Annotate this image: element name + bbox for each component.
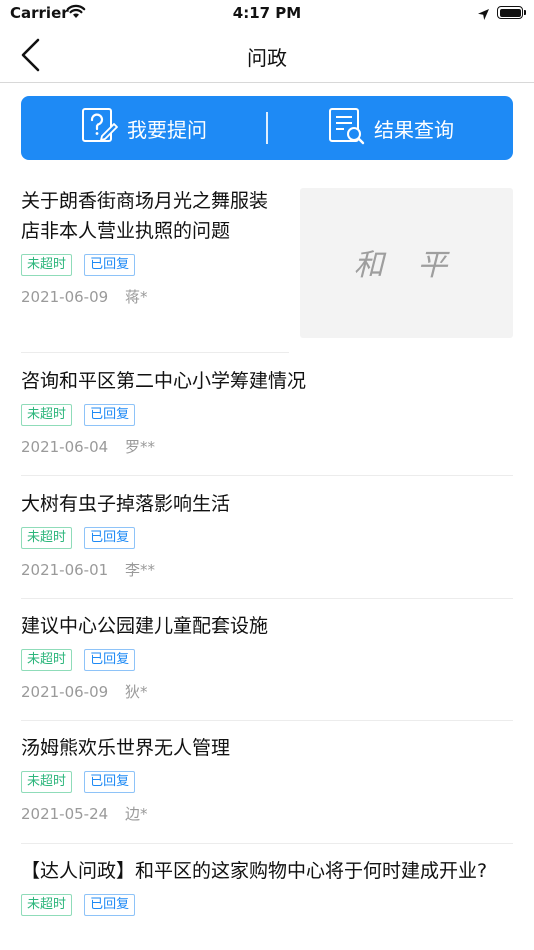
list-item[interactable]: 汤姆熊欢乐世界无人管理 未超时 已回复 2021-05-24 边*	[21, 733, 513, 824]
question-title: 汤姆熊欢乐世界无人管理	[21, 737, 231, 759]
question-date: 2021-05-24	[21, 805, 109, 823]
status-badge-replied: 已回复	[84, 527, 136, 549]
divider	[21, 843, 513, 844]
question-title: 咨询和平区第二中心小学筹建情况	[21, 370, 307, 392]
status-badge-replied: 已回复	[84, 771, 136, 793]
status-badge-timeout: 未超时	[21, 254, 73, 276]
status-badge-timeout: 未超时	[21, 649, 73, 671]
question-date: 2021-06-01	[21, 561, 109, 579]
question-title: 关于朗香街商场月光之舞服装店非本人营业执照的问题	[21, 190, 269, 242]
question-date: 2021-06-09	[21, 683, 109, 701]
list-item[interactable]: 大树有虫子掉落影响生活 未超时 已回复 2021-06-01 李**	[21, 489, 513, 580]
divider	[21, 352, 289, 353]
status-badge-timeout: 未超时	[21, 527, 73, 549]
question-title: 【达人问政】和平区的这家购物中心将于何时建成开业?	[21, 860, 488, 882]
status-badge-replied: 已回复	[84, 404, 136, 426]
page-title: 问政	[247, 46, 287, 70]
list-item[interactable]: 建议中心公园建儿童配套设施 未超时 已回复 2021-06-09 狄*	[21, 611, 513, 702]
question-author: 狄*	[124, 683, 148, 701]
thumbnail-calligraphy: 和 平	[353, 248, 460, 283]
list-item[interactable]: 【达人问政】和平区的这家购物中心将于何时建成开业? 未超时 已回复	[21, 856, 513, 916]
action-bar: 我要提问 结果查询	[21, 96, 513, 160]
question-date: 2021-06-04	[21, 438, 109, 456]
status-badge-timeout: 未超时	[21, 894, 73, 916]
ask-question-button[interactable]: 我要提问	[81, 96, 207, 160]
divider	[21, 720, 513, 721]
status-bar: Carrier 4:17 PM	[0, 0, 534, 28]
status-badge-timeout: 未超时	[21, 404, 73, 426]
list-item[interactable]: 咨询和平区第二中心小学筹建情况 未超时 已回复 2021-06-04 罗**	[21, 366, 513, 457]
item-thumbnail[interactable]: 和 平	[300, 188, 513, 338]
question-author: 边*	[124, 805, 148, 823]
question-date: 2021-06-09	[21, 288, 109, 306]
location-arrow-icon	[477, 6, 490, 25]
result-query-button[interactable]: 结果查询	[328, 96, 454, 160]
document-search-icon	[328, 107, 366, 149]
battery-icon	[497, 6, 526, 19]
status-time: 4:17 PM	[232, 4, 302, 22]
question-author: 罗**	[124, 438, 155, 456]
divider	[21, 598, 513, 599]
status-badge-replied: 已回复	[84, 649, 136, 671]
status-badge-replied: 已回复	[84, 894, 136, 916]
list-item[interactable]: 关于朗香街商场月光之舞服装店非本人营业执照的问题 未超时 已回复 2021-06…	[21, 186, 281, 307]
result-query-label: 结果查询	[374, 117, 454, 142]
action-divider	[266, 112, 268, 144]
ask-question-label: 我要提问	[127, 117, 207, 142]
question-edit-icon	[81, 107, 119, 149]
divider	[21, 475, 513, 476]
question-title: 大树有虫子掉落影响生活	[21, 493, 231, 515]
navigation-bar: 问政	[0, 28, 534, 83]
status-badge-replied: 已回复	[84, 254, 136, 276]
question-author: 李**	[124, 561, 155, 579]
question-title: 建议中心公园建儿童配套设施	[21, 615, 269, 637]
question-author: 蒋*	[124, 288, 148, 306]
status-badge-timeout: 未超时	[21, 771, 73, 793]
